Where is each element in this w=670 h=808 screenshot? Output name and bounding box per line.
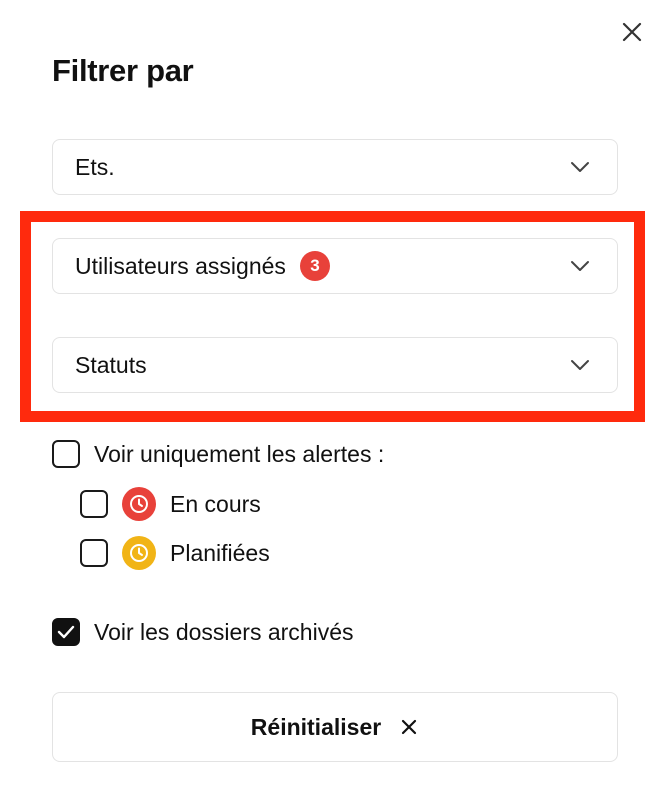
only-alerts-label: Voir uniquement les alertes : (94, 440, 385, 467)
assigned-users-select-label: Utilisateurs assignés (75, 252, 286, 279)
reset-button-label: Réinitialiser (250, 713, 382, 740)
alert-in-progress-checkbox[interactable] (80, 490, 108, 518)
alert-planned-label: Planifiées (170, 539, 270, 566)
chevron-down-icon (569, 354, 591, 376)
only-alerts-option[interactable]: Voir uniquement les alertes : (52, 440, 384, 468)
alert-in-progress-label: En cours (170, 490, 261, 517)
establishment-select-label: Ets. (75, 153, 115, 180)
close-icon (622, 22, 642, 42)
archived-folders-checkbox[interactable] (52, 618, 80, 646)
clock-icon (122, 536, 156, 570)
archived-folders-label: Voir les dossiers archivés (94, 618, 354, 645)
selection-count-badge: 3 (299, 251, 330, 281)
alert-planned-checkbox[interactable] (80, 539, 108, 567)
close-button[interactable] (620, 20, 644, 44)
chevron-down-icon (569, 255, 591, 277)
establishment-select[interactable]: Ets. (52, 139, 618, 195)
archived-folders-option[interactable]: Voir les dossiers archivés (52, 618, 354, 646)
alert-in-progress-option[interactable]: En cours (80, 487, 261, 521)
clock-icon (122, 487, 156, 521)
reset-button[interactable]: Réinitialiser (52, 692, 618, 762)
statuses-select[interactable]: Statuts (52, 337, 618, 393)
dialog-title: Filtrer par (52, 53, 194, 88)
assigned-users-select[interactable]: Utilisateurs assignés 3 (52, 238, 618, 294)
checkmark-icon (57, 625, 75, 639)
chevron-down-icon (569, 156, 591, 178)
close-icon (399, 717, 419, 737)
only-alerts-checkbox[interactable] (52, 440, 80, 468)
statuses-select-label: Statuts (75, 351, 147, 378)
alert-planned-option[interactable]: Planifiées (80, 536, 270, 570)
